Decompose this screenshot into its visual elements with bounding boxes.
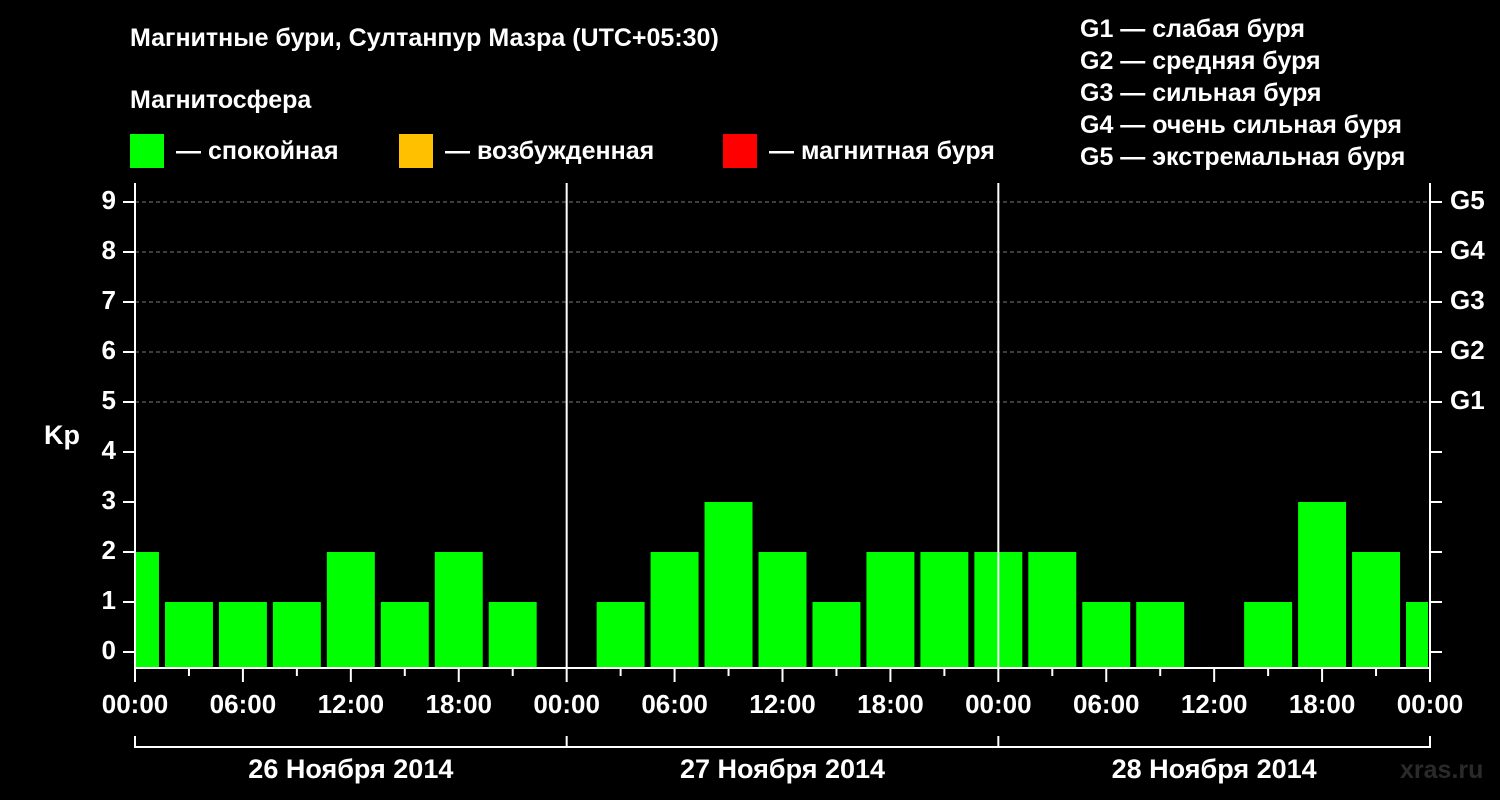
x-tick-label: 12:00: [1181, 689, 1248, 719]
x-tick-label: 00:00: [102, 689, 169, 719]
y-tick-label: 5: [102, 385, 116, 415]
x-tick-label: 06:00: [641, 689, 708, 719]
y-tick-label: 7: [102, 285, 116, 315]
g-scale-label: G5: [1450, 185, 1485, 215]
x-tick-label: 12:00: [318, 689, 385, 719]
y-tick-label: 4: [102, 435, 117, 465]
g-scale-label: G1: [1450, 385, 1485, 415]
x-tick-label: 12:00: [749, 689, 816, 719]
y-tick-label: 9: [102, 185, 116, 215]
kp-bar: [866, 552, 915, 668]
y-tick-label: 0: [102, 635, 116, 665]
g-scale-label: G4: [1450, 235, 1485, 265]
kp-bar: [164, 602, 213, 668]
kp-bar: [650, 552, 699, 668]
x-tick-label: 00:00: [533, 689, 600, 719]
y-tick-label: 1: [102, 585, 116, 615]
kp-bars: [136, 502, 1428, 668]
y-tick-label: 2: [102, 535, 116, 565]
kp-bar: [488, 602, 537, 668]
x-tick-label: 18:00: [426, 689, 493, 719]
day-label: 27 Ноября 2014: [680, 754, 885, 784]
kp-bar: [434, 552, 483, 668]
x-tick-label: 00:00: [965, 689, 1032, 719]
kp-bar: [136, 552, 159, 668]
x-tick-label: 00:00: [1397, 689, 1464, 719]
kp-bar: [758, 552, 807, 668]
grid-lines: [135, 201, 1430, 403]
kp-bar-chart: 0 1 2 3 4 5 6 7 8 9 G1 G2 G3 G4 G5 00:00 06:00 12:00 18:00…: [44, 183, 1486, 784]
kp-bar: [812, 602, 861, 668]
y-tick-label: 6: [102, 335, 116, 365]
kp-bar: [272, 602, 321, 668]
kp-bar: [1406, 602, 1428, 668]
g-scale-label: G2: [1450, 335, 1485, 365]
kp-bar: [1028, 552, 1077, 668]
kp-bar: [920, 552, 969, 668]
watermark: xras.ru: [1400, 756, 1484, 784]
kp-bar: [1082, 602, 1131, 668]
kp-bar: [218, 602, 267, 668]
day-label: 28 Ноября 2014: [1112, 754, 1317, 784]
kp-bar: [1352, 552, 1401, 668]
x-tick-label: 06:00: [1073, 689, 1140, 719]
g-scale-label: G3: [1450, 285, 1485, 315]
kp-bar: [326, 552, 375, 668]
x-tick-label: 18:00: [1289, 689, 1356, 719]
kp-bar: [704, 502, 753, 668]
kp-bar: [596, 602, 645, 668]
tick-labels: 0 1 2 3 4 5 6 7 8 9 G1 G2 G3 G4 G5 00:00 06:00 12:00 18:00…: [102, 185, 1486, 784]
y-axis-label: Kp: [44, 420, 80, 450]
kp-bar: [1298, 502, 1347, 668]
day-label: 26 Ноября 2014: [248, 754, 453, 784]
kp-bar: [1244, 602, 1293, 668]
y-tick-label: 3: [102, 485, 116, 515]
x-tick-label: 06:00: [210, 689, 277, 719]
kp-bar: [380, 602, 429, 668]
kp-bar: [1136, 602, 1185, 668]
y-tick-label: 8: [102, 235, 116, 265]
x-tick-label: 18:00: [857, 689, 924, 719]
